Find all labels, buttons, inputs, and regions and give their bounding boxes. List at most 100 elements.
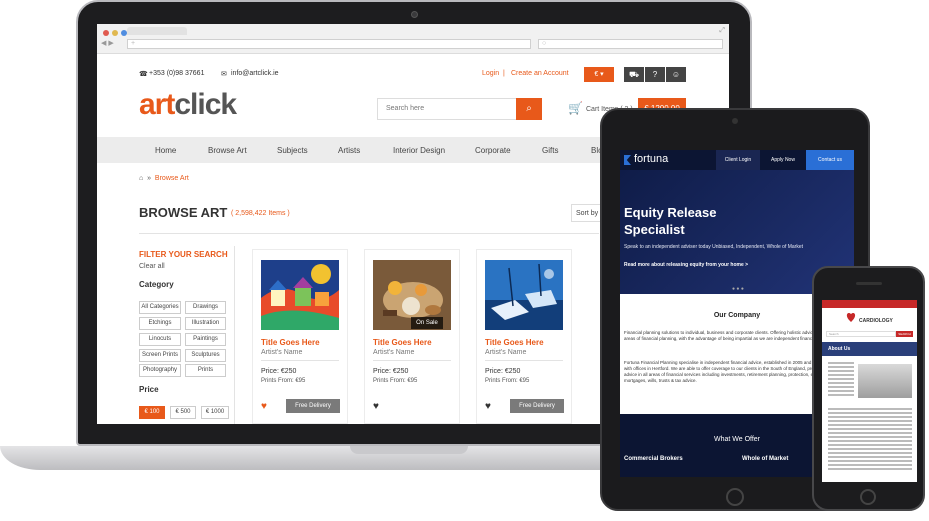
cardiology-logo-text: CARDIOLOGY [859,318,894,324]
carousel-dots[interactable]: ● ● ● [732,286,744,292]
heart-icon[interactable]: ♥ [261,401,267,412]
create-account-link[interactable]: Create an Account [511,70,569,77]
price-filter-1000[interactable]: € 1000 [201,406,229,419]
currency-selector[interactable]: € ▾ [584,67,614,82]
hero-title-line2: Specialist [624,222,685,237]
about-us-heading: About Us [828,346,851,352]
card-divider [485,360,563,361]
nav-item-home[interactable]: Home [155,146,176,155]
tablet-camera [732,118,738,124]
artwork-image[interactable] [485,260,563,330]
nav-item-browse-art[interactable]: Browse Art [208,146,247,155]
price-filter-500[interactable]: € 500 [170,406,196,419]
contact-us-button[interactable]: Contact us [806,150,854,170]
cart-icon[interactable]: 🛒 [568,101,583,115]
breadcrumb-current[interactable]: Browse Art [155,175,189,182]
phone-search-input[interactable]: Search [826,331,896,337]
hero-title: Equity Release Specialist [624,204,717,238]
prints-from: Prints From: €95 [485,378,530,384]
login-link[interactable]: Login [482,70,499,77]
artist-name[interactable]: Artist's Name [261,349,302,356]
artclick-logo[interactable]: artclick [139,88,237,122]
artwork-image[interactable] [261,260,339,330]
page-title: BROWSE ART [139,205,228,220]
filter-drawings[interactable]: Drawings [185,301,226,314]
divider [139,233,599,234]
product-card[interactable]: Title Goes Here Artist's Name Price: €25… [252,249,348,424]
laptop-camera [411,11,418,18]
clear-all-link[interactable]: Clear all [139,263,165,270]
email-link[interactable]: info@artclick.ie [231,70,279,77]
item-count: ( 2,598,422 Items ) [231,210,290,217]
heart-icon[interactable]: ♥ [373,401,379,412]
nav-item-artists[interactable]: Artists [338,146,360,155]
cardiology-logo[interactable]: CARDIOLOGY [844,311,896,327]
filter-photography[interactable]: Photography [139,364,181,377]
tablet-home-button[interactable] [726,488,744,506]
home-icon[interactable]: ⌂ [139,175,143,182]
address-bar[interactable]: + [127,39,531,49]
topbar-separator: | [503,70,505,77]
prints-from: Prints From: €95 [261,378,306,384]
browser-search-bar[interactable]: ○ [538,39,723,49]
offer-commercial-brokers[interactable]: Commercial Brokers [624,456,683,462]
phone-number: +353 (0)98 37661 [149,70,205,77]
artist-name[interactable]: Artist's Name [485,349,526,356]
free-delivery-badge: Free Delivery [510,399,564,413]
apply-now-button[interactable]: Apply Now [761,150,805,170]
search-input[interactable]: Search here [377,98,517,120]
product-title[interactable]: Title Goes Here [373,338,432,347]
offer-whole-of-market[interactable]: Whole of Market [742,456,788,462]
nav-item-subjects[interactable]: Subjects [277,146,308,155]
breadcrumb: ⌂ » Browse Art [139,175,189,182]
product-title[interactable]: Title Goes Here [261,338,320,347]
browser-tab[interactable] [127,27,187,35]
heart-icon[interactable]: ♥ [485,401,491,412]
laptop-notch [350,446,468,454]
prints-from: Prints From: €95 [373,378,418,384]
filter-paintings[interactable]: Paintings [185,333,226,346]
nav-item-interior-design[interactable]: Interior Design [393,146,445,155]
back-forward-icon[interactable]: ◀ ▶ [101,39,114,47]
phone-frame: CARDIOLOGY Search SEARCH About Us [812,266,925,511]
delivery-truck-icon[interactable]: ⛟ [624,67,644,82]
phone-screen: CARDIOLOGY Search SEARCH About Us [822,300,917,482]
phone-home-button[interactable] [860,489,876,505]
filter-prints[interactable]: Prints [185,364,226,377]
expand-icon[interactable]: ⤢ [719,27,725,35]
category-label: Category [139,280,174,289]
close-dot-icon[interactable] [103,30,109,36]
artist-name[interactable]: Artist's Name [373,349,414,356]
phone-top-bar [822,300,917,308]
product-card[interactable]: On Sale Title Goes Here Artist's Name Pr… [364,249,460,424]
phone-search-button[interactable]: SEARCH [896,331,913,337]
help-icon[interactable]: ? [645,67,665,82]
hero-read-more-link[interactable]: Read more about releasing equity from yo… [624,262,748,268]
free-delivery-badge: Free Delivery [286,399,340,413]
logo-click: click [174,88,237,121]
nav-item-gifts[interactable]: Gifts [542,146,558,155]
filter-sculptures[interactable]: Sculptures [185,349,226,362]
filter-linocuts[interactable]: Linocuts [139,333,181,346]
search-button[interactable]: ⌕ [516,98,542,120]
product-card[interactable]: Title Goes Here Artist's Name Price: €25… [476,249,572,424]
client-login-button[interactable]: Client Login [716,150,760,170]
fortuna-logo[interactable]: fortuna [634,153,668,165]
filter-all-categories[interactable]: All Categories [139,301,181,314]
about-text-lines-2 [828,408,912,472]
phone-icon: ☎ [139,71,148,78]
on-sale-badge: On Sale [411,317,443,329]
filter-title: FILTER YOUR SEARCH [139,250,228,259]
nav-item-corporate[interactable]: Corporate [475,146,511,155]
price-filter-100[interactable]: € 100 [139,406,165,419]
filter-etchings[interactable]: Etchings [139,317,181,330]
minimize-dot-icon[interactable] [112,30,118,36]
fortuna-header: fortuna Client Login Apply Now Contact u… [620,150,854,170]
search-icon: ⌕ [526,103,532,114]
logo-art: art [139,88,175,121]
product-price: Price: €250 [373,368,409,375]
product-title[interactable]: Title Goes Here [485,338,544,347]
smiley-icon[interactable]: ☺ [666,67,686,82]
filter-screen-prints[interactable]: Screen Prints [139,349,181,362]
filter-illustration[interactable]: Illustration [185,317,226,330]
